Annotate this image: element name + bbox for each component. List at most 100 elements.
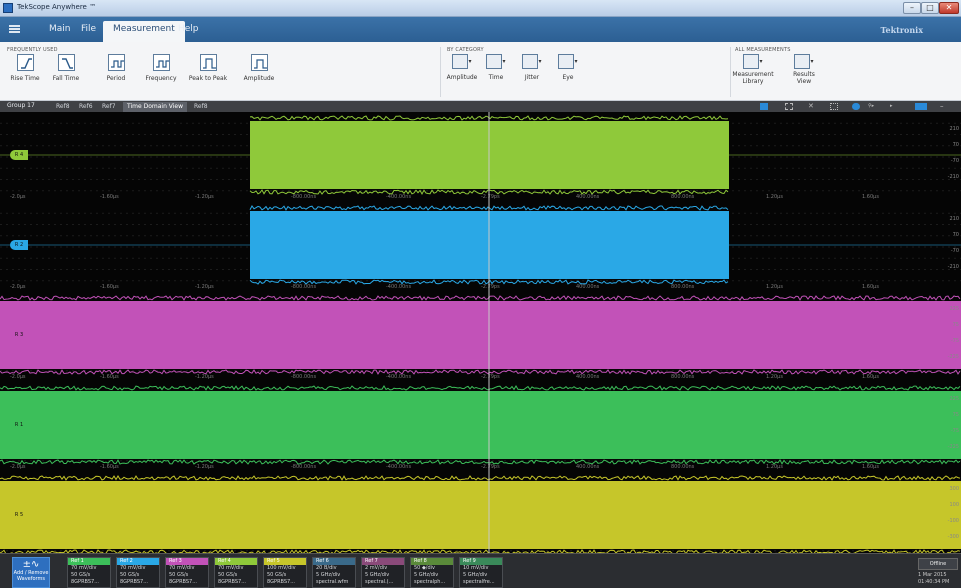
- waveform-bottom-bar: ±∿ Add / Remove Waveforms Ref 1 70 mV/div…: [0, 553, 961, 588]
- time-category-icon: [486, 54, 502, 69]
- menu-icon[interactable]: [9, 25, 20, 33]
- reference-badge[interactable]: Ref 5 100 mV/div 50 GS/s 8GPRBS7...: [263, 557, 307, 588]
- reference-badge[interactable]: Ref 9 10 mV/div 5 GHz/div spectralfre...: [459, 557, 503, 588]
- axis-tick-label: 1.20µs: [766, 284, 783, 290]
- waveform-lane[interactable]: R 2 210 70 -70 -210 -2.0µs -1.60µs -1.20µs -800.…: [0, 202, 961, 292]
- waveform-lane[interactable]: R 3 225 75 -75 -225 -2.0µs -1.60µs -1.20µs -800.…: [0, 292, 961, 382]
- view-tab-ref6[interactable]: Ref6: [75, 102, 97, 112]
- reference-badge[interactable]: Ref 4 70 mV/div 50 GS/s 8GPRBS7...: [214, 557, 258, 588]
- axis-tick-label: -2.0µs: [10, 374, 26, 380]
- reference-name: Ref 7: [362, 558, 404, 565]
- reference-badge[interactable]: Ref 6 20 B/div 5 GHz/div spectral.wfm: [312, 557, 356, 588]
- axis-tick-label: 1.60µs: [862, 284, 879, 290]
- grid-icon[interactable]: [785, 103, 793, 110]
- scale-label: 75: [953, 322, 959, 328]
- reference-detail: 50 GS/s: [117, 572, 159, 579]
- app-icon: [3, 3, 13, 13]
- scale-label: 210: [949, 126, 959, 132]
- zoom-icon[interactable]: ⚲▸: [868, 103, 884, 110]
- reference-marker[interactable]: R 2: [10, 240, 28, 250]
- jitter-category-icon: [522, 54, 538, 69]
- reference-name: Ref 2: [117, 558, 159, 565]
- scale-label: -70: [951, 158, 959, 164]
- peak-to-peak-button[interactable]: Peak to Peak: [186, 54, 230, 98]
- axis-tick-label: 1.20µs: [766, 374, 783, 380]
- axis-tick-label: -800.00ns: [291, 464, 316, 470]
- reference-badge[interactable]: Ref 3 70 mV/div 50 GS/s 8GPRBS7...: [165, 557, 209, 588]
- time-axis: -2.0µs -1.60µs -1.20µs -800.00ns -400.00ns -2…: [0, 464, 961, 472]
- measurement-library-button[interactable]: ▾ Measurement Library: [726, 54, 780, 98]
- axis-tick-label: -1.60µs: [100, 284, 119, 290]
- frequency-icon: [153, 54, 170, 71]
- scale-label: -70: [951, 248, 959, 254]
- peak-to-peak-icon: [200, 54, 217, 71]
- view-tab-ref8[interactable]: Ref8: [52, 102, 74, 112]
- axis-tick-label: -2.0µs: [10, 194, 26, 200]
- reference-marker[interactable]: R 4: [10, 150, 28, 160]
- waveform-lane[interactable]: R 1 225 75 -75 -225 -2.0µs -1.60µs -1.20µs -800.…: [0, 382, 961, 472]
- axis-tick-label: -1.60µs: [100, 194, 119, 200]
- category-jitter-button[interactable]: ▾ Jitter: [512, 54, 552, 98]
- tab-main[interactable]: Main: [49, 24, 71, 34]
- reference-marker[interactable]: R 5: [10, 510, 28, 520]
- reference-name: Ref 9: [460, 558, 502, 565]
- tab-help[interactable]: Help: [178, 24, 199, 34]
- reference-detail: 50 GS/s: [68, 572, 110, 579]
- waveform-plot-area[interactable]: R 4 210 70 -70 -210 -2.0µs -1.60µs -1.20µs -800.…: [0, 112, 961, 553]
- category-time-button[interactable]: ▾ Time: [476, 54, 516, 98]
- reference-detail: 8GPRBS7...: [166, 579, 208, 586]
- layout-icon[interactable]: [915, 103, 927, 110]
- amplitude-button[interactable]: Amplitude: [237, 54, 281, 98]
- minimize-button[interactable]: –: [903, 2, 921, 14]
- crosshair-icon[interactable]: ✕: [808, 103, 816, 110]
- results-view-button[interactable]: ▾ Results View: [782, 54, 826, 98]
- waveform-lane[interactable]: R 5300100-100-300-2.0µs-1.60µs-1.20µs-80…: [0, 472, 961, 562]
- view-tab-time-domain[interactable]: Time Domain View: [123, 102, 187, 112]
- results-view-icon: [794, 54, 810, 69]
- reference-detail: 8GPRBS7...: [264, 579, 306, 586]
- axis-tick-label: -2.79ps: [481, 464, 500, 470]
- group-title-all-measurements: ALL MEASUREMENTS: [735, 47, 791, 53]
- axis-tick-label: 400.00ns: [576, 194, 599, 200]
- ribbon-tabs: Main File Measurement Help Tektronix: [0, 17, 961, 42]
- reference-marker[interactable]: R 3: [10, 330, 28, 340]
- maximize-button[interactable]: □: [921, 2, 939, 14]
- axis-tick-label: -800.00ns: [291, 374, 316, 380]
- reference-badge[interactable]: Ref 2 70 mV/div 50 GS/s 8GPRBS7...: [116, 557, 160, 588]
- scale-label: 300: [949, 486, 959, 492]
- group-title-frequently-used: FREQUENTLY USED: [7, 47, 58, 53]
- fit-icon[interactable]: [830, 103, 838, 110]
- reference-badge[interactable]: Ref 8 50 ◆/div 5 GHz/div spectralph...: [410, 557, 454, 588]
- reference-detail: 70 mV/div: [68, 565, 110, 572]
- axis-tick-label: 400.00ns: [576, 464, 599, 470]
- waveform-lane[interactable]: R 4 210 70 -70 -210 -2.0µs -1.60µs -1.20µs -800.…: [0, 112, 961, 202]
- add-remove-waveforms-button[interactable]: ±∿ Add / Remove Waveforms: [12, 557, 50, 588]
- view-tab-ref7[interactable]: Ref7: [98, 102, 120, 112]
- reference-badge[interactable]: Ref 72 mV/div 5 GHz/div spectral.(...: [361, 557, 405, 588]
- axis-tick-label: -400.00ns: [386, 284, 411, 290]
- time-cursor-line[interactable]: [488, 112, 490, 553]
- period-button[interactable]: Period: [94, 54, 138, 98]
- tab-measurement[interactable]: Measurement: [103, 21, 185, 42]
- zoom-out-icon[interactable]: ▸: [890, 103, 906, 110]
- fall-time-button[interactable]: Fall Time: [44, 54, 88, 98]
- library-icon: [743, 54, 759, 69]
- category-eye-button[interactable]: ▾ Eye: [548, 54, 588, 98]
- reference-marker[interactable]: R 1: [10, 420, 28, 430]
- rise-time-button[interactable]: Rise Time: [3, 54, 47, 98]
- scale-label: 225: [949, 306, 959, 312]
- reference-name: Ref 1: [68, 558, 110, 565]
- minimize-view-icon[interactable]: –: [940, 103, 948, 110]
- rise-time-icon: [17, 54, 34, 71]
- axis-tick-label: 400.00ns: [576, 374, 599, 380]
- view-tab-strip: Group 17 Ref8 Ref6 Ref7 Time Domain View…: [0, 101, 961, 112]
- title-bar: TekScope Anywhere ™ – □ ✕: [0, 0, 961, 17]
- close-button[interactable]: ✕: [939, 2, 959, 14]
- frequency-button[interactable]: Frequency: [139, 54, 183, 98]
- save-icon[interactable]: [760, 103, 768, 110]
- tab-file[interactable]: File: [81, 24, 96, 34]
- axis-tick-label: -1.20µs: [195, 284, 214, 290]
- pan-icon[interactable]: [852, 103, 860, 110]
- reference-badge[interactable]: Ref 1 70 mV/div 50 GS/s 8GPRBS7...: [67, 557, 111, 588]
- view-tab-ref8-b[interactable]: Ref8: [190, 102, 212, 112]
